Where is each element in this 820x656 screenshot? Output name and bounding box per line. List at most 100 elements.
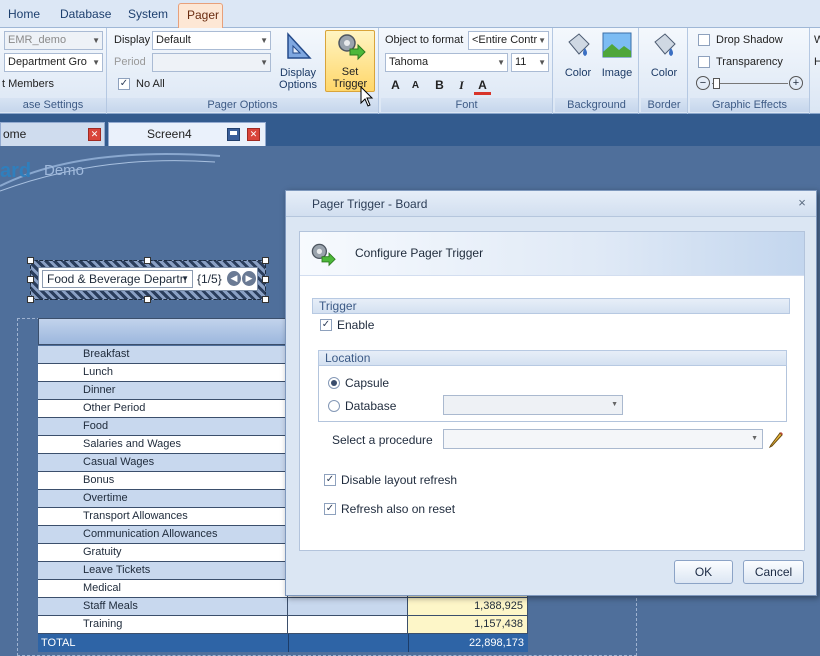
resize-handle[interactable] bbox=[27, 296, 34, 303]
doc-tab-label: ome bbox=[3, 127, 27, 141]
transparency-slider-thumb[interactable] bbox=[713, 78, 720, 89]
background-image-button[interactable]: Image bbox=[598, 32, 636, 90]
font-color-button[interactable]: A bbox=[474, 76, 491, 95]
close-icon[interactable]: ✕ bbox=[247, 128, 260, 141]
display-value: Default bbox=[156, 34, 191, 46]
refresh-on-reset-checkbox[interactable]: ✓ bbox=[324, 503, 336, 515]
resize-handle[interactable] bbox=[144, 296, 151, 303]
group-border: Color Border bbox=[641, 28, 688, 114]
transparency-checkbox[interactable] bbox=[698, 56, 710, 68]
paint-bucket-icon bbox=[568, 33, 590, 56]
group-database-settings: EMR_demo ▼ Department Gro ▼ t Members ase … bbox=[0, 28, 107, 114]
pager-control[interactable]: Food & Beverage Departn ▼ {1/5} ◀ ▶ bbox=[38, 267, 258, 291]
italic-button[interactable]: I bbox=[452, 76, 471, 95]
resize-handle[interactable] bbox=[262, 276, 269, 283]
doc-tab-home[interactable]: ome ✕ bbox=[0, 122, 105, 146]
background-color-button[interactable]: Color bbox=[559, 32, 597, 90]
object-to-format-label: Object to format bbox=[385, 34, 464, 46]
transparency-slider-track[interactable] bbox=[712, 83, 788, 84]
save-icon[interactable] bbox=[227, 128, 240, 141]
capsule-radio[interactable] bbox=[328, 377, 340, 389]
resize-handle[interactable] bbox=[27, 276, 34, 283]
location-section-header: Location bbox=[318, 350, 787, 366]
resize-handle[interactable] bbox=[262, 257, 269, 264]
font-size-value: 11 bbox=[515, 56, 527, 68]
period-combo[interactable]: ▼ bbox=[152, 53, 271, 72]
doc-tab-screen4[interactable]: Screen4 ✕ bbox=[108, 122, 266, 146]
no-all-label: No All bbox=[136, 78, 165, 90]
department-combo[interactable]: Department Gro ▼ bbox=[4, 53, 103, 72]
row-label: Training bbox=[38, 616, 288, 633]
chevron-down-icon: ▼ bbox=[260, 36, 268, 45]
refresh-on-reset-label: Refresh also on reset bbox=[341, 502, 456, 516]
gear-arrow-icon bbox=[338, 34, 366, 61]
group-graphic-effects: Drop Shadow Transparency − + Graphic Eff… bbox=[690, 28, 810, 114]
chevron-down-icon: ▼ bbox=[92, 36, 100, 45]
next-page-icon[interactable]: ▶ bbox=[242, 271, 256, 286]
close-icon[interactable]: ✕ bbox=[88, 128, 101, 141]
font-name-combo[interactable]: Tahoma ▼ bbox=[385, 53, 508, 72]
chevron-down-icon: ▼ bbox=[751, 435, 758, 442]
table-row: Staff Meals 1,388,925 bbox=[38, 598, 528, 616]
pager-department-combo[interactable]: Food & Beverage Departn ▼ bbox=[42, 270, 193, 288]
drop-shadow-checkbox[interactable] bbox=[698, 34, 710, 46]
resize-handle[interactable] bbox=[144, 257, 151, 264]
border-color-button[interactable]: Color bbox=[645, 32, 683, 90]
row-label: Dinner bbox=[38, 382, 288, 399]
doc-tab-label: Screen4 bbox=[147, 127, 192, 141]
tab-pager[interactable]: Pager bbox=[178, 3, 223, 28]
database-radio[interactable] bbox=[328, 400, 340, 412]
panel-header-title: Configure Pager Trigger bbox=[355, 246, 484, 260]
total-row: TOTAL 22,898,173 bbox=[38, 634, 528, 652]
set-square-icon bbox=[287, 32, 312, 59]
bold-button[interactable]: B bbox=[430, 76, 449, 95]
display-options-button[interactable]: Display Options bbox=[275, 32, 321, 92]
display-combo[interactable]: Default ▼ bbox=[152, 31, 271, 50]
close-icon[interactable]: × bbox=[794, 195, 810, 211]
display-options-label: Display Options bbox=[279, 67, 317, 91]
ok-button[interactable]: OK bbox=[674, 560, 733, 584]
pager-trigger-dialog: Pager Trigger - Board × Configure Pager … bbox=[285, 190, 817, 596]
disable-layout-refresh-checkbox[interactable]: ✓ bbox=[324, 474, 336, 486]
resize-handle[interactable] bbox=[27, 257, 34, 264]
set-trigger-button[interactable]: Set Trigger bbox=[325, 30, 375, 92]
previous-page-icon[interactable]: ◀ bbox=[227, 271, 241, 286]
row-cell bbox=[288, 616, 408, 633]
dialog-panel: Configure Pager Trigger Trigger ✓ Enable… bbox=[299, 231, 805, 551]
database-combo[interactable]: EMR_demo ▼ bbox=[4, 31, 103, 50]
table-row: Training 1,157,438 bbox=[38, 616, 528, 634]
enable-label: Enable bbox=[337, 318, 375, 332]
row-label: Other Period bbox=[38, 400, 288, 417]
header-swoosh-decoration bbox=[0, 153, 221, 192]
increase-transparency-button[interactable]: + bbox=[789, 76, 803, 90]
tab-database[interactable]: Database bbox=[52, 3, 119, 28]
font-name-value: Tahoma bbox=[389, 56, 429, 68]
cancel-button[interactable]: Cancel bbox=[743, 560, 804, 584]
font-size-combo[interactable]: 11 ▼ bbox=[511, 53, 549, 72]
ribbon-tab-bar: Home Database System Pager bbox=[0, 0, 820, 28]
procedure-select[interactable]: ▼ bbox=[443, 429, 763, 449]
group-label: Pager Options bbox=[107, 98, 378, 112]
resize-handle[interactable] bbox=[262, 296, 269, 303]
shrink-font-button[interactable]: A bbox=[406, 76, 425, 95]
grow-font-button[interactable]: A bbox=[386, 76, 405, 95]
chevron-down-icon: ▼ bbox=[497, 58, 505, 67]
enable-checkbox[interactable]: ✓ bbox=[320, 319, 332, 331]
object-to-format-combo[interactable]: <Entire Contr ▼ bbox=[468, 31, 549, 50]
drop-shadow-label: Drop Shadow bbox=[716, 34, 783, 46]
background-image-label: Image bbox=[601, 67, 633, 79]
pencil-icon[interactable] bbox=[768, 430, 784, 448]
members-label[interactable]: t Members bbox=[2, 78, 54, 90]
department-value: Department Gro bbox=[8, 56, 87, 68]
no-all-checkbox[interactable]: ✓ bbox=[118, 78, 130, 90]
tab-home[interactable]: Home bbox=[0, 3, 48, 28]
image-icon bbox=[602, 32, 632, 58]
database-select[interactable]: ▼ bbox=[443, 395, 623, 415]
demo-label: Demo bbox=[44, 162, 85, 179]
pager-value: Food & Beverage Departn bbox=[47, 272, 187, 286]
group-label: ase Settings bbox=[0, 98, 106, 112]
pager-count: {1/5} bbox=[197, 272, 222, 286]
tab-system[interactable]: System bbox=[120, 3, 176, 28]
row-value: 1,388,925 bbox=[408, 598, 528, 615]
decrease-transparency-button[interactable]: − bbox=[696, 76, 710, 90]
